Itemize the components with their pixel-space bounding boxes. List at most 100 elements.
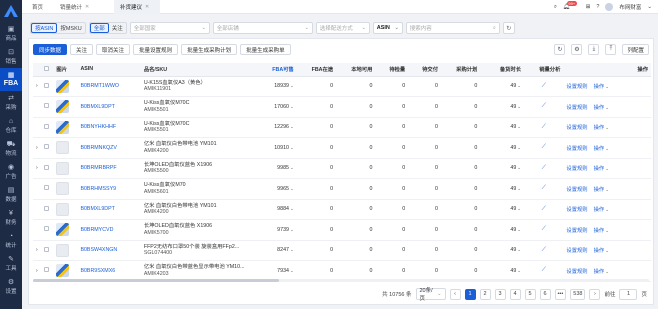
sidebar-item-5[interactable]: ⛟ 物流	[0, 137, 22, 160]
row-checkbox[interactable]	[44, 267, 50, 273]
action-button-4[interactable]: 批量生成采购计划	[181, 44, 238, 55]
expand-row-icon[interactable]: ›	[36, 145, 38, 151]
chevron-down-icon[interactable]: ⌄	[517, 227, 521, 232]
by-asin-option[interactable]: 按ASIN	[31, 23, 58, 33]
chevron-down-icon[interactable]: ⌄	[517, 206, 521, 211]
chevron-down-icon[interactable]: ⌄	[517, 186, 521, 191]
by-msku-option[interactable]: 按MSKU	[57, 23, 84, 33]
page-button[interactable]: 6	[539, 288, 551, 300]
prev-page-button[interactable]: ‹	[449, 288, 461, 300]
asin-link[interactable]: B0BR9SXMX6	[77, 260, 141, 282]
trend-chart-icon[interactable]: ⟋	[542, 226, 546, 232]
chevron-down-icon[interactable]: ⌄	[517, 104, 521, 109]
app-logo[interactable]	[0, 0, 22, 22]
grid-icon[interactable]: ⊞	[586, 4, 591, 10]
select-all-checkbox[interactable]	[44, 65, 50, 71]
chevron-down-icon[interactable]: ⌄	[517, 268, 521, 273]
chevron-down-icon[interactable]: ⌄	[290, 104, 294, 109]
set-rule-link[interactable]: 设置规则	[566, 125, 587, 131]
download-button[interactable]: ⤓	[588, 44, 600, 55]
column-header-3[interactable]: FBA可售	[257, 63, 297, 77]
chevron-down-icon[interactable]: ⌄	[517, 165, 521, 170]
chevron-down-icon[interactable]: ⌄	[290, 247, 294, 252]
chevron-down-icon[interactable]: ⌄	[605, 105, 609, 110]
page-button[interactable]: 2	[479, 288, 491, 300]
trend-chart-icon[interactable]: ⟋	[542, 144, 546, 150]
all-option[interactable]: 全部	[89, 23, 109, 33]
more-operations-link[interactable]: 操作	[594, 166, 605, 172]
set-rule-link[interactable]: 设置规则	[566, 248, 587, 254]
asin-link[interactable]: B0BRMT1WWO	[77, 76, 141, 97]
settings-button[interactable]: ⚙	[571, 44, 583, 55]
user-name[interactable]: 布网财富	[619, 3, 641, 11]
more-operations-link[interactable]: 操作	[594, 207, 605, 213]
row-checkbox[interactable]	[44, 246, 50, 252]
chevron-down-icon[interactable]: ⌄	[605, 146, 609, 151]
row-checkbox[interactable]	[44, 185, 50, 191]
sidebar-item-6[interactable]: ◉ 广告	[0, 160, 22, 183]
set-rule-link[interactable]: 设置规则	[566, 207, 587, 213]
page-button[interactable]: 1	[464, 288, 476, 300]
trend-chart-icon[interactable]: ⟋	[542, 267, 546, 273]
goto-page-input[interactable]: 1	[619, 288, 638, 300]
asin-link[interactable]: B0BMXL9DPT	[77, 96, 141, 118]
chevron-down-icon[interactable]: ⌄	[517, 124, 521, 129]
trend-chart-icon[interactable]: ⟋	[542, 206, 546, 212]
chevron-down-icon[interactable]: ⌄	[605, 187, 609, 192]
set-rule-link[interactable]: 设置规则	[566, 228, 587, 234]
asin-link[interactable]: B0BRMNKQZV	[77, 137, 141, 159]
chevron-down-icon[interactable]: ⌄	[290, 186, 294, 191]
chevron-down-icon[interactable]: ⌄	[605, 125, 609, 130]
tab-sales-stats[interactable]: 销量统计 ✕	[54, 0, 100, 14]
chevron-down-icon[interactable]: ⌄	[290, 268, 294, 273]
more-operations-link[interactable]: 操作	[594, 187, 605, 193]
column-config-button[interactable]: 列配置	[622, 44, 649, 55]
row-checkbox[interactable]	[44, 103, 50, 109]
chevron-down-icon[interactable]: ⌄	[290, 165, 294, 170]
chevron-down-icon[interactable]: ⌄	[605, 269, 609, 274]
trend-chart-icon[interactable]: ⟋	[542, 247, 546, 253]
trend-chart-icon[interactable]: ⟋	[542, 185, 546, 191]
more-operations-link[interactable]: 操作	[594, 248, 605, 254]
asin-link[interactable]: B0BRMYCVD	[77, 219, 141, 241]
asin-link[interactable]: B0BSW4XNGN	[77, 240, 141, 261]
more-operations-link[interactable]: 操作	[594, 125, 605, 131]
country-select[interactable]: 全部国家 ⌄	[129, 22, 210, 34]
row-checkbox[interactable]	[44, 226, 50, 232]
avatar[interactable]	[605, 3, 614, 11]
more-operations-link[interactable]: 操作	[594, 84, 605, 90]
sidebar-item-2[interactable]: ▦ FBA	[0, 68, 22, 91]
page-button[interactable]: 538	[570, 288, 586, 300]
chevron-down-icon[interactable]: ⌄	[290, 227, 294, 232]
close-icon[interactable]: ✕	[85, 4, 89, 10]
expand-row-icon[interactable]: ›	[36, 268, 38, 274]
horizontal-scrollbar[interactable]	[33, 279, 649, 282]
tab-restock-suggestion[interactable]: 补货建议 ✕	[114, 0, 160, 14]
chevron-down-icon[interactable]: ⌄	[647, 4, 652, 10]
chevron-down-icon[interactable]: ⌄	[605, 228, 609, 233]
chevron-down-icon[interactable]: ⌄	[517, 83, 521, 88]
more-operations-link[interactable]: 操作	[594, 269, 605, 275]
sidebar-item-8[interactable]: ¥ 财务	[0, 206, 22, 229]
asin-link[interactable]: B0BMXL9DPT	[77, 199, 141, 220]
action-button-2[interactable]: 取消关注	[96, 44, 131, 55]
trend-chart-icon[interactable]: ⟋	[542, 165, 546, 171]
trend-chart-icon[interactable]: ⟋	[542, 103, 546, 109]
next-page-button[interactable]: ›	[589, 288, 601, 300]
chevron-down-icon[interactable]: ⌄	[517, 247, 521, 252]
sidebar-item-1[interactable]: ⊡ 销售	[0, 45, 22, 68]
chevron-down-icon[interactable]: ⌄	[605, 84, 609, 89]
set-rule-link[interactable]: 设置规则	[566, 187, 587, 193]
set-rule-link[interactable]: 设置规则	[566, 269, 587, 275]
close-icon[interactable]: ✕	[145, 4, 149, 10]
refresh-button[interactable]: ↻	[554, 44, 566, 55]
sidebar-item-0[interactable]: ▣ 商品	[0, 22, 22, 45]
sidebar-item-4[interactable]: ⌂ 仓库	[0, 114, 22, 137]
row-checkbox[interactable]	[44, 205, 50, 211]
expand-row-icon[interactable]: ›	[36, 247, 38, 253]
expand-row-icon[interactable]: ›	[36, 165, 38, 171]
reset-button[interactable]: ↻	[502, 22, 515, 34]
asin-link[interactable]: B0BRMRBRPF	[77, 158, 141, 179]
row-checkbox[interactable]	[44, 164, 50, 170]
chevron-down-icon[interactable]: ⌄	[290, 206, 294, 211]
